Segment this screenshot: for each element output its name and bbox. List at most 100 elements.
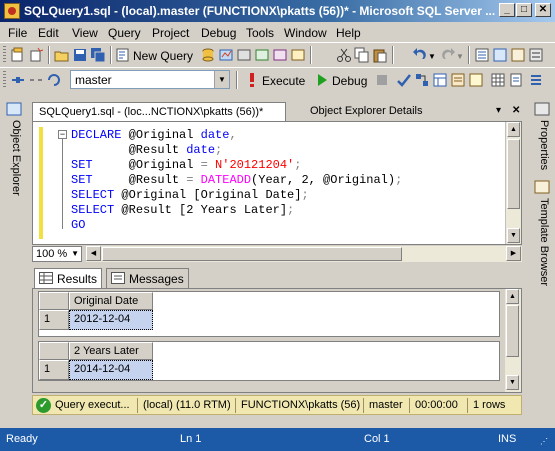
grid-corner[interactable] (39, 342, 69, 360)
properties-side-tab[interactable]: Properties (534, 120, 550, 170)
resize-grip-icon[interactable]: ⋰ (540, 437, 548, 446)
close-button[interactable]: ✕ (535, 3, 551, 17)
menu-edit[interactable]: Edit (38, 26, 59, 40)
template-browser-side-tab[interactable]: Template Browser (534, 198, 550, 286)
results-to-text-icon[interactable] (468, 72, 484, 88)
undo-dropdown-icon[interactable]: ▼ (428, 52, 436, 61)
analysis-query-icon[interactable] (218, 47, 234, 63)
new-query-button[interactable]: New Query (133, 49, 193, 63)
query-designer-icon[interactable] (432, 72, 448, 88)
maximize-button[interactable]: □ (516, 3, 532, 17)
chevron-down-icon[interactable]: ▼ (214, 71, 229, 88)
new-project-icon[interactable] (10, 47, 26, 63)
ssms-app-icon[interactable] (4, 3, 20, 19)
execute-icon[interactable] (244, 72, 260, 88)
new-query-icon[interactable] (115, 47, 131, 63)
chevron-down-icon[interactable]: ▼ (71, 249, 79, 258)
scroll-down-icon[interactable]: ▼ (506, 375, 519, 390)
grid2-column-header[interactable]: 2 Years Later (69, 342, 153, 360)
scroll-down-icon[interactable]: ▼ (507, 228, 520, 243)
scroll-thumb[interactable] (507, 139, 520, 209)
redo-dropdown-icon[interactable]: ▼ (456, 52, 464, 61)
save-icon[interactable] (72, 47, 88, 63)
menu-window[interactable]: Window (284, 26, 327, 40)
menu-query[interactable]: Query (108, 26, 141, 40)
template-browser-tab-icon[interactable] (534, 180, 550, 194)
properties-window-icon[interactable] (528, 47, 544, 63)
database-select[interactable]: master ▼ (70, 70, 230, 89)
tab-results[interactable]: Results (34, 268, 103, 288)
menu-tools[interactable]: Tools (246, 26, 274, 40)
zoom-select[interactable]: 100 % ▼ (32, 246, 82, 262)
editor-zoom-row: 100 % ▼ ◀ ▶ (32, 246, 522, 263)
menu-help[interactable]: Help (336, 26, 361, 40)
undo-icon[interactable] (412, 47, 428, 63)
minimize-button[interactable]: _ (499, 3, 515, 17)
scroll-thumb[interactable] (506, 305, 519, 357)
database-query-icon[interactable] (200, 47, 216, 63)
toolbar-grip[interactable] (3, 46, 6, 64)
scroll-up-icon[interactable]: ▲ (506, 289, 519, 304)
execute-button[interactable]: Execute (262, 74, 305, 88)
menu-project[interactable]: Project (152, 26, 189, 40)
scroll-right-icon[interactable]: ▶ (506, 246, 521, 261)
intellisense-icon[interactable] (450, 72, 466, 88)
results-grid-2[interactable]: 2 Years Later 1 2014-12-04 (38, 341, 500, 381)
results-vertical-scrollbar[interactable]: ▲ ▼ (505, 289, 521, 392)
template-explorer-icon[interactable] (510, 47, 526, 63)
mdx-query-icon[interactable] (236, 47, 252, 63)
cut-icon[interactable] (336, 47, 352, 63)
properties-tab-icon[interactable] (534, 102, 550, 116)
editor-vertical-scrollbar[interactable]: ▲ ▼ (505, 122, 521, 244)
save-all-icon[interactable] (90, 47, 106, 63)
estimated-plan-icon[interactable] (414, 72, 430, 88)
dmx-query-icon[interactable] (254, 47, 270, 63)
grid1-cell[interactable]: 2012-12-04 (69, 310, 153, 330)
add-item-icon[interactable] (28, 47, 44, 63)
tab-messages[interactable]: Messages (106, 268, 189, 288)
toolbar-separator (468, 46, 470, 64)
tab-dropdown-icon[interactable]: ▾ (496, 105, 501, 116)
close-tab-icon[interactable]: ✕ (512, 105, 520, 116)
query-status-bar: ✓ Query execut... (local) (11.0 RTM) FUN… (32, 395, 522, 415)
open-file-icon[interactable] (54, 47, 70, 63)
toolbar-grip[interactable] (3, 71, 6, 89)
copy-icon[interactable] (354, 47, 370, 63)
disconnect-icon[interactable] (28, 72, 44, 88)
grid1-column-header[interactable]: Original Date (69, 292, 153, 310)
results-to-grid-icon[interactable] (490, 72, 506, 88)
menu-file[interactable]: File (8, 26, 27, 40)
sqlce-query-icon[interactable] (290, 47, 306, 63)
object-explorer-side-tab[interactable]: Object Explorer (6, 120, 22, 196)
scroll-thumb[interactable] (102, 247, 402, 261)
code-text[interactable]: DECLARE @Original date, @Result date; SE… (71, 128, 402, 233)
tab-sqlquery1[interactable]: SQLQuery1.sql - (loc...NCTIONX\pkatts (5… (32, 102, 286, 122)
redo-icon[interactable] (440, 47, 456, 63)
grid2-row-header[interactable]: 1 (39, 360, 69, 380)
editor-horizontal-scrollbar[interactable]: ◀ ▶ (86, 246, 522, 262)
object-explorer-icon[interactable] (492, 47, 508, 63)
debug-icon[interactable] (314, 72, 330, 88)
parse-icon[interactable] (396, 72, 412, 88)
grid1-row-header[interactable]: 1 (39, 310, 69, 330)
debug-button[interactable]: Debug (332, 74, 367, 88)
grid2-cell[interactable]: 2014-12-04 (69, 360, 153, 380)
scroll-left-icon[interactable]: ◀ (86, 246, 101, 261)
sql-editor[interactable]: − DECLARE @Original date, @Result date; … (32, 121, 522, 245)
menu-debug[interactable]: Debug (201, 26, 236, 40)
collapse-region-icon[interactable]: − (58, 130, 67, 139)
grid-corner[interactable] (39, 292, 69, 310)
solution-explorer-icon[interactable] (474, 47, 490, 63)
paste-icon[interactable] (372, 47, 388, 63)
results-to-file-icon[interactable] (508, 72, 524, 88)
xmla-query-icon[interactable] (272, 47, 288, 63)
cancel-query-icon[interactable] (374, 72, 390, 88)
comment-lines-icon[interactable] (528, 72, 544, 88)
change-connection-icon[interactable] (46, 72, 62, 88)
tab-object-explorer-details[interactable]: Object Explorer Details (310, 105, 423, 117)
results-grid-1[interactable]: Original Date 1 2012-12-04 (38, 291, 500, 337)
menu-view[interactable]: View (72, 26, 98, 40)
scroll-up-icon[interactable]: ▲ (507, 122, 520, 137)
object-explorer-tab-icon[interactable] (6, 102, 22, 116)
connect-icon[interactable] (10, 72, 26, 88)
